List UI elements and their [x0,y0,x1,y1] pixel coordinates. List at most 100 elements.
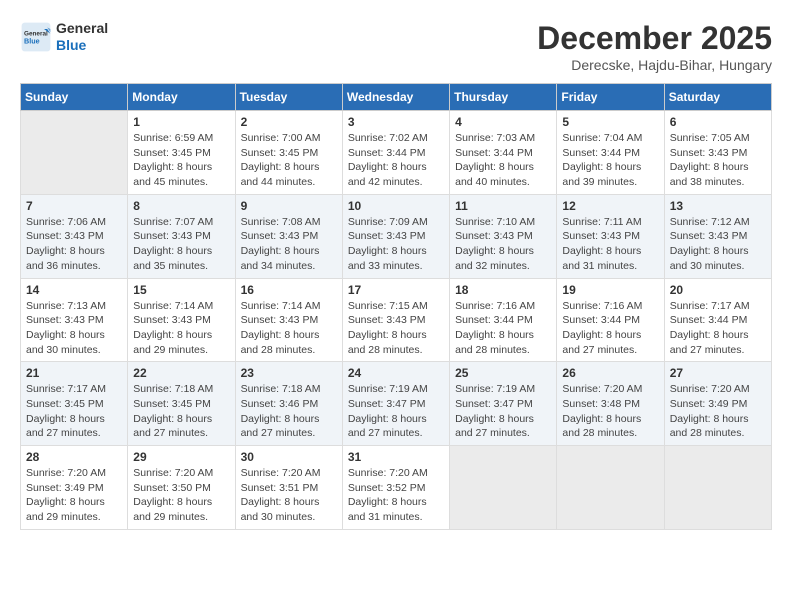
day-number: 18 [455,283,551,297]
weekday-header-wednesday: Wednesday [342,84,449,111]
day-info: Sunrise: 7:14 AMSunset: 3:43 PMDaylight:… [133,299,229,358]
day-info: Sunrise: 7:07 AMSunset: 3:43 PMDaylight:… [133,215,229,274]
day-number: 3 [348,115,444,129]
calendar-week-row: 7 Sunrise: 7:06 AMSunset: 3:43 PMDaylight… [21,194,772,278]
day-number: 13 [670,199,766,213]
calendar-cell: 18 Sunrise: 7:16 AMSunset: 3:44 PMDayligh… [450,278,557,362]
day-info: Sunrise: 7:12 AMSunset: 3:43 PMDaylight:… [670,215,766,274]
calendar-week-row: 14 Sunrise: 7:13 AMSunset: 3:43 PMDayligh… [21,278,772,362]
day-number: 17 [348,283,444,297]
calendar-cell: 5 Sunrise: 7:04 AMSunset: 3:44 PMDaylight… [557,111,664,195]
calendar-cell: 2 Sunrise: 7:00 AMSunset: 3:45 PMDaylight… [235,111,342,195]
calendar-cell: 30 Sunrise: 7:20 AMSunset: 3:51 PMDayligh… [235,446,342,530]
weekday-header-monday: Monday [128,84,235,111]
calendar-cell: 1 Sunrise: 6:59 AMSunset: 3:45 PMDaylight… [128,111,235,195]
day-number: 9 [241,199,337,213]
month-year-title: December 2025 [537,20,772,57]
day-number: 16 [241,283,337,297]
calendar-cell: 20 Sunrise: 7:17 AMSunset: 3:44 PMDayligh… [664,278,771,362]
weekday-header-tuesday: Tuesday [235,84,342,111]
day-number: 31 [348,450,444,464]
day-number: 11 [455,199,551,213]
day-number: 5 [562,115,658,129]
calendar-cell: 22 Sunrise: 7:18 AMSunset: 3:45 PMDayligh… [128,362,235,446]
day-info: Sunrise: 7:20 AMSunset: 3:49 PMDaylight:… [26,466,122,525]
calendar-cell: 28 Sunrise: 7:20 AMSunset: 3:49 PMDayligh… [21,446,128,530]
day-number: 28 [26,450,122,464]
day-info: Sunrise: 7:00 AMSunset: 3:45 PMDaylight:… [241,131,337,190]
day-number: 7 [26,199,122,213]
calendar-cell: 31 Sunrise: 7:20 AMSunset: 3:52 PMDayligh… [342,446,449,530]
day-number: 30 [241,450,337,464]
calendar-cell: 8 Sunrise: 7:07 AMSunset: 3:43 PMDaylight… [128,194,235,278]
day-number: 21 [26,366,122,380]
day-number: 29 [133,450,229,464]
calendar-cell: 11 Sunrise: 7:10 AMSunset: 3:43 PMDayligh… [450,194,557,278]
calendar-cell: 15 Sunrise: 7:14 AMSunset: 3:43 PMDayligh… [128,278,235,362]
calendar-cell: 14 Sunrise: 7:13 AMSunset: 3:43 PMDayligh… [21,278,128,362]
calendar-cell: 4Sunrise: 7:03 AMSunset: 3:44 PMDaylight… [450,111,557,195]
calendar-table: SundayMondayTuesdayWednesdayThursdayFrid… [20,83,772,530]
day-info: Sunrise: 7:18 AMSunset: 3:45 PMDaylight:… [133,382,229,441]
day-number: 27 [670,366,766,380]
day-number: 19 [562,283,658,297]
calendar-cell: 13 Sunrise: 7:12 AMSunset: 3:43 PMDayligh… [664,194,771,278]
day-info: Sunrise: 7:20 AMSunset: 3:52 PMDaylight:… [348,466,444,525]
title-section: December 2025 Derecske, Hajdu-Bihar, Hun… [537,20,772,73]
calendar-cell: 23 Sunrise: 7:18 AMSunset: 3:46 PMDayligh… [235,362,342,446]
day-number: 15 [133,283,229,297]
day-info: Sunrise: 7:19 AMSunset: 3:47 PMDaylight:… [455,382,551,441]
day-number: 24 [348,366,444,380]
calendar-cell: 12Sunrise: 7:11 AMSunset: 3:43 PMDayligh… [557,194,664,278]
day-info: Sunrise: 6:59 AMSunset: 3:45 PMDaylight:… [133,131,229,190]
day-info: Sunrise: 7:16 AMSunset: 3:44 PMDaylight:… [562,299,658,358]
day-info: Sunrise: 7:18 AMSunset: 3:46 PMDaylight:… [241,382,337,441]
weekday-header-thursday: Thursday [450,84,557,111]
day-number: 2 [241,115,337,129]
day-info: Sunrise: 7:04 AMSunset: 3:44 PMDaylight:… [562,131,658,190]
day-info: Sunrise: 7:02 AMSunset: 3:44 PMDaylight:… [348,131,444,190]
day-info: Sunrise: 7:14 AMSunset: 3:43 PMDaylight:… [241,299,337,358]
day-number: 12 [562,199,658,213]
day-info: Sunrise: 7:15 AMSunset: 3:43 PMDaylight:… [348,299,444,358]
calendar-cell: 29 Sunrise: 7:20 AMSunset: 3:50 PMDayligh… [128,446,235,530]
day-info: Sunrise: 7:03 AMSunset: 3:44 PMDaylight:… [455,131,551,190]
calendar-cell: 3 Sunrise: 7:02 AMSunset: 3:44 PMDaylight… [342,111,449,195]
day-number: 14 [26,283,122,297]
day-number: 22 [133,366,229,380]
day-number: 10 [348,199,444,213]
day-number: 8 [133,199,229,213]
calendar-week-row: 21 Sunrise: 7:17 AMSunset: 3:45 PMDayligh… [21,362,772,446]
day-info: Sunrise: 7:05 AMSunset: 3:43 PMDaylight:… [670,131,766,190]
calendar-cell: 26 Sunrise: 7:20 AMSunset: 3:48 PMDayligh… [557,362,664,446]
day-info: Sunrise: 7:17 AMSunset: 3:44 PMDaylight:… [670,299,766,358]
day-number: 1 [133,115,229,129]
day-info: Sunrise: 7:20 AMSunset: 3:48 PMDaylight:… [562,382,658,441]
calendar-cell: 21 Sunrise: 7:17 AMSunset: 3:45 PMDayligh… [21,362,128,446]
day-number: 25 [455,366,551,380]
day-number: 23 [241,366,337,380]
calendar-header-row: SundayMondayTuesdayWednesdayThursdayFrid… [21,84,772,111]
day-info: Sunrise: 7:20 AMSunset: 3:50 PMDaylight:… [133,466,229,525]
day-info: Sunrise: 7:09 AMSunset: 3:43 PMDaylight:… [348,215,444,274]
day-info: Sunrise: 7:20 AMSunset: 3:51 PMDaylight:… [241,466,337,525]
day-info: Sunrise: 7:13 AMSunset: 3:43 PMDaylight:… [26,299,122,358]
calendar-cell: 27Sunrise: 7:20 AMSunset: 3:49 PMDayligh… [664,362,771,446]
calendar-cell: 6Sunrise: 7:05 AMSunset: 3:43 PMDaylight… [664,111,771,195]
calendar-cell: 16 Sunrise: 7:14 AMSunset: 3:43 PMDayligh… [235,278,342,362]
day-info: Sunrise: 7:06 AMSunset: 3:43 PMDaylight:… [26,215,122,274]
logo: General Blue General Blue [20,20,108,54]
calendar-cell: 25 Sunrise: 7:19 AMSunset: 3:47 PMDayligh… [450,362,557,446]
weekday-header-friday: Friday [557,84,664,111]
calendar-week-row: 28 Sunrise: 7:20 AMSunset: 3:49 PMDayligh… [21,446,772,530]
logo-general-text: General [56,20,108,36]
calendar-cell [21,111,128,195]
day-number: 26 [562,366,658,380]
calendar-cell: 19 Sunrise: 7:16 AMSunset: 3:44 PMDayligh… [557,278,664,362]
calendar-cell: 7 Sunrise: 7:06 AMSunset: 3:43 PMDaylight… [21,194,128,278]
day-info: Sunrise: 7:17 AMSunset: 3:45 PMDaylight:… [26,382,122,441]
day-info: Sunrise: 7:16 AMSunset: 3:44 PMDaylight:… [455,299,551,358]
day-info: Sunrise: 7:10 AMSunset: 3:43 PMDaylight:… [455,215,551,274]
logo-label: General Blue [56,20,108,54]
day-number: 20 [670,283,766,297]
